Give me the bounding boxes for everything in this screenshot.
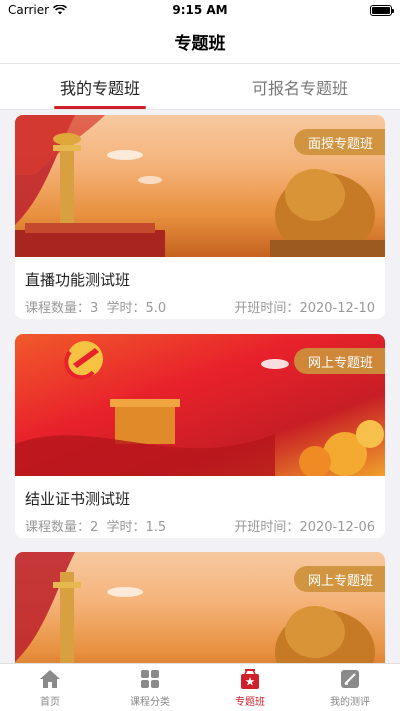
class-banner-image: 网上专题班 <box>15 334 385 476</box>
class-type-badge: 面授专题班 <box>293 129 385 155</box>
tab-my-classes[interactable]: 我的专题班 <box>0 64 200 109</box>
class-meta: 课程数量：3 学时：5.0 开班时间：2020-12-10 <box>25 301 375 316</box>
start-date: 2020-12-10 <box>299 301 375 316</box>
class-meta: 课程数量：2 学时：1.5 开班时间：2020-12-06 <box>25 520 375 535</box>
start-date: 2020-12-06 <box>299 520 375 535</box>
tabbar-item-assessment[interactable]: 我的测评 <box>300 664 400 711</box>
tabbar-item-course-category[interactable]: 课程分类 <box>100 664 200 711</box>
class-list[interactable]: 面授专题班 直播功能测试班 课程数量：3 学时：5.0 开班时间：2020-12… <box>0 110 400 663</box>
class-card[interactable]: 网上专题班 结业证书测试班 课程数量：2 学时：1.5 开班时间：2020-12… <box>15 334 385 538</box>
class-banner-image: 网上专题班 <box>15 552 385 663</box>
tab-enrollable-classes[interactable]: 可报名专题班 <box>200 64 400 109</box>
home-icon <box>39 668 61 690</box>
battery-icon <box>370 4 394 16</box>
status-bar: Carrier 9:15 AM <box>0 0 400 20</box>
course-count: 3 <box>90 301 99 316</box>
wifi-icon <box>53 5 68 15</box>
carrier-label: Carrier <box>8 3 50 17</box>
page-title: 专题班 <box>174 34 226 54</box>
class-type-badge: 网上专题班 <box>293 348 385 374</box>
course-count: 2 <box>90 520 99 535</box>
grid-icon <box>139 668 161 690</box>
tabbar-item-special-class[interactable]: 专题班 <box>200 664 300 711</box>
segment-tabs: 我的专题班 可报名专题班 <box>0 64 400 110</box>
study-hours: 5.0 <box>145 301 167 316</box>
study-hours: 1.5 <box>145 520 167 535</box>
class-card[interactable]: 面授专题班 直播功能测试班 课程数量：3 学时：5.0 开班时间：2020-12… <box>15 115 385 319</box>
bottom-tab-bar: 首页 课程分类 专题班 我的测评 <box>0 663 400 711</box>
tabbar-item-home[interactable]: 首页 <box>0 664 100 711</box>
class-type-badge: 网上专题班 <box>293 566 385 592</box>
nav-bar: 专题班 <box>0 20 400 64</box>
assessment-icon <box>339 668 361 690</box>
class-title: 直播功能测试班 <box>25 271 131 289</box>
special-class-icon <box>239 668 261 690</box>
class-banner-image: 面授专题班 <box>15 115 385 257</box>
class-card[interactable]: 网上专题班 <box>15 552 385 663</box>
class-title: 结业证书测试班 <box>25 490 131 508</box>
